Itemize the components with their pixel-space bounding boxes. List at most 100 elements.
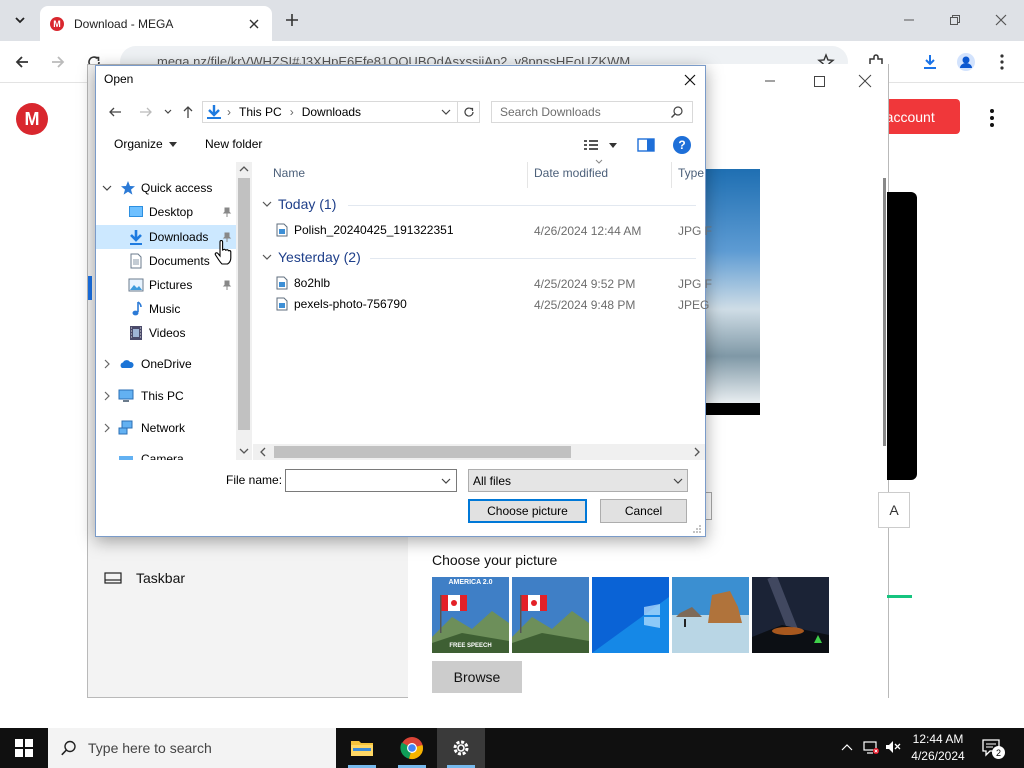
picture-thumb-3[interactable] — [592, 577, 669, 653]
hand-cursor-icon — [214, 240, 232, 266]
dialog-back-button[interactable] — [105, 102, 125, 122]
nav-scroll-thumb[interactable] — [238, 178, 250, 430]
file-row[interactable]: 8o2hlb — [276, 273, 330, 293]
dialog-forward-button[interactable] — [136, 102, 156, 122]
file-explorer-taskbar-button[interactable] — [338, 728, 386, 768]
browser-minimize-button[interactable] — [886, 0, 932, 40]
group-divider — [348, 205, 696, 206]
new-folder-button[interactable]: New folder — [205, 137, 262, 151]
volume-tray-icon[interactable] — [884, 736, 902, 758]
file-row[interactable]: pexels-photo-756790 — [276, 294, 407, 314]
breadcrumb-downloads[interactable]: Downloads — [302, 105, 361, 119]
choose-picture-button[interactable]: Choose picture — [468, 499, 587, 523]
start-button[interactable] — [0, 728, 48, 768]
dialog-address-bar[interactable]: › This PC › Downloads — [202, 101, 458, 123]
picture-thumb-4[interactable] — [672, 577, 749, 653]
column-divider[interactable] — [527, 162, 528, 188]
recent-locations-button[interactable] — [160, 102, 176, 122]
dialog-up-button[interactable] — [178, 102, 198, 122]
settings-close-button[interactable] — [856, 72, 874, 90]
clock-time[interactable]: 12:44 AM — [910, 732, 966, 746]
maximize-icon — [814, 76, 825, 87]
chrome-taskbar-button[interactable] — [388, 728, 436, 768]
column-divider[interactable] — [671, 162, 672, 188]
chevron-right-icon — [104, 359, 110, 369]
chevron-down-icon[interactable] — [441, 109, 451, 115]
mega-menu-icon[interactable] — [982, 106, 1002, 130]
dialog-close-button[interactable] — [680, 70, 700, 90]
forward-button[interactable] — [44, 48, 72, 76]
scroll-down-icon[interactable] — [238, 446, 250, 456]
pin-icon — [222, 280, 232, 290]
nav-quick-access[interactable]: Quick access — [96, 176, 252, 200]
thumb-caption-bottom: FREE SPEECH — [449, 643, 492, 649]
hscroll-thumb[interactable] — [274, 446, 571, 458]
preview-pane-button[interactable] — [636, 137, 656, 153]
desktop-icon — [129, 206, 143, 217]
nav-desktop[interactable]: Desktop — [96, 200, 252, 224]
column-type[interactable]: Type — [678, 166, 704, 180]
nav-label: Downloads — [149, 230, 209, 244]
scroll-left-icon[interactable] — [258, 446, 268, 458]
group-yesterday[interactable]: Yesterday (2) — [262, 249, 361, 265]
image-file-icon — [276, 297, 288, 311]
browser-restore-button[interactable] — [932, 0, 978, 40]
settings-scrollbar[interactable] — [883, 178, 886, 446]
picture-thumb-5[interactable] — [752, 577, 829, 653]
nav-onedrive[interactable]: OneDrive — [96, 352, 252, 376]
column-date-modified[interactable]: Date modified — [534, 166, 608, 180]
file-type-filter[interactable]: All files — [468, 469, 688, 492]
show-hidden-icons-button[interactable] — [838, 736, 856, 758]
nav-pictures[interactable]: Pictures — [96, 273, 252, 297]
nav-camera[interactable]: Camera — [96, 448, 252, 460]
nav-network[interactable]: Network — [96, 416, 252, 440]
settings-maximize-button[interactable] — [812, 72, 828, 90]
nav-this-pc[interactable]: This PC — [96, 384, 252, 408]
scroll-up-icon[interactable] — [238, 164, 250, 174]
file-name-dropdown-icon[interactable] — [438, 474, 454, 488]
settings-minimize-button[interactable] — [760, 72, 780, 90]
thumb-caption-top: AMERICA 2.0 — [448, 579, 493, 586]
picture-thumb-2[interactable] — [512, 577, 589, 653]
taskbar-search-box[interactable]: Type here to search — [48, 728, 336, 768]
plus-icon — [286, 14, 298, 26]
resize-grip-icon[interactable] — [692, 524, 702, 534]
column-name[interactable]: Name — [273, 166, 305, 180]
downloads-button[interactable] — [916, 48, 944, 76]
arrow-right-icon — [140, 107, 152, 117]
mega-logo[interactable]: M — [16, 103, 48, 135]
file-name: Polish_20240425_191322351 — [294, 223, 454, 237]
chevron-down-icon — [262, 254, 272, 260]
file-name-input[interactable] — [285, 469, 457, 492]
browser-tab[interactable]: M Download - MEGA — [40, 6, 272, 41]
cancel-button[interactable]: Cancel — [600, 499, 687, 523]
profile-button[interactable] — [952, 48, 980, 76]
back-button[interactable] — [8, 48, 36, 76]
picture-thumb-1[interactable]: AMERICA 2.0 FREE SPEECH — [432, 577, 509, 653]
filter-dropdown-icon[interactable] — [670, 474, 686, 488]
dialog-refresh-button[interactable] — [458, 101, 480, 123]
nav-music[interactable]: Music — [96, 297, 252, 321]
dialog-search-input[interactable]: Search Downloads — [491, 101, 693, 123]
clock-date[interactable]: 4/26/2024 — [906, 749, 970, 763]
tab-close-icon[interactable] — [246, 16, 262, 32]
notification-center-button[interactable]: 2 — [980, 736, 1005, 760]
organize-button[interactable]: Organize — [114, 137, 177, 151]
nav-videos[interactable]: Videos — [96, 321, 252, 345]
download-icon — [924, 55, 936, 69]
help-button[interactable]: ? — [673, 136, 691, 154]
browser-close-button[interactable] — [978, 0, 1024, 40]
browser-menu-button[interactable] — [988, 48, 1016, 76]
tab-search-button[interactable] — [8, 8, 32, 32]
browse-button[interactable]: Browse — [432, 661, 522, 693]
new-tab-button[interactable] — [280, 8, 304, 32]
settings-side-button[interactable]: A — [878, 492, 910, 528]
network-tray-icon[interactable] — [862, 736, 880, 758]
scroll-right-icon[interactable] — [692, 446, 702, 458]
arrow-right-icon — [52, 56, 65, 68]
file-row[interactable]: Polish_20240425_191322351 — [276, 220, 454, 240]
settings-nav-taskbar[interactable]: Taskbar — [104, 570, 185, 586]
change-view-button[interactable] — [582, 137, 622, 153]
group-today[interactable]: Today (1) — [262, 196, 336, 212]
breadcrumb-this-pc[interactable]: This PC — [239, 105, 282, 119]
